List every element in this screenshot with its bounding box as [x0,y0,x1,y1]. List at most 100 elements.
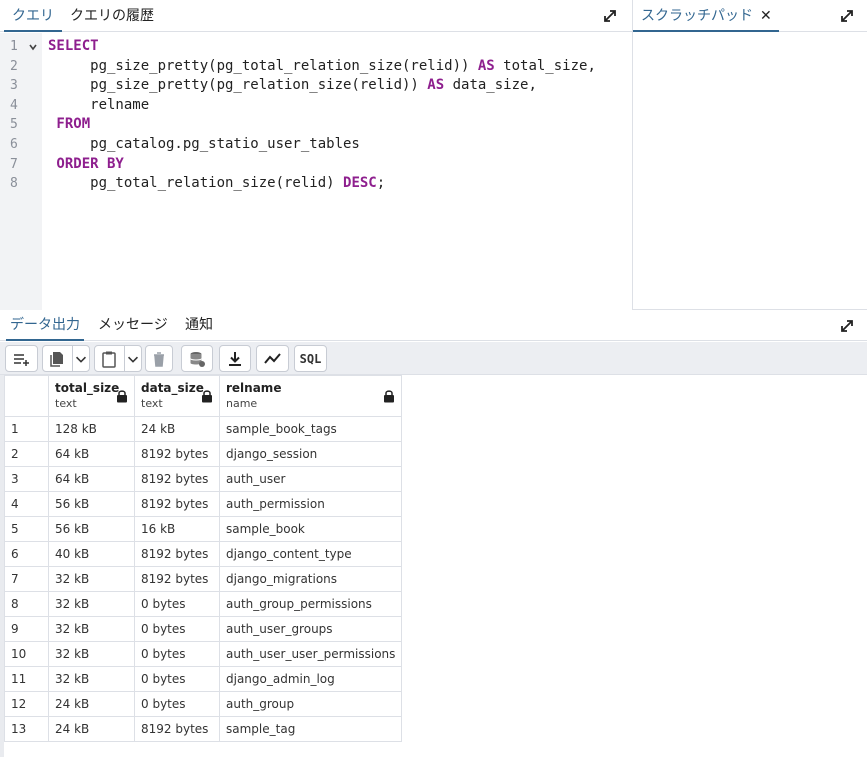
table-cell[interactable]: sample_book_tags [218,416,403,442]
table-row[interactable]: 11 32 kB 0 bytes django_admin_log [4,666,403,692]
table-cell[interactable]: auth_user_user_permissions [218,641,403,667]
tab-scratchpad[interactable]: スクラッチパッド [633,0,779,32]
table-cell[interactable]: 32 kB [48,666,135,692]
scratch-textarea[interactable] [633,33,867,310]
chevron-down-icon[interactable] [73,350,89,368]
download-button[interactable] [219,345,251,372]
row-number[interactable]: 7 [4,566,49,592]
row-number[interactable]: 8 [4,591,49,617]
row-number[interactable]: 6 [4,541,49,567]
code-line[interactable]: 5 FROM [0,115,632,135]
table-cell[interactable]: django_content_type [218,541,403,567]
table-cell[interactable]: 40 kB [48,541,135,567]
tab-data-output[interactable]: データ出力 [6,311,84,341]
row-number[interactable]: 2 [4,441,49,467]
table-cell[interactable]: 32 kB [48,616,135,642]
row-number[interactable]: 12 [4,691,49,717]
table-cell[interactable]: 0 bytes [134,691,220,717]
table-cell[interactable]: 24 kB [48,716,135,742]
table-row[interactable]: 3 64 kB 8192 bytes auth_user [4,466,403,492]
row-number[interactable]: 1 [4,416,49,442]
table-cell[interactable]: 56 kB [48,491,135,517]
table-cell[interactable]: 8192 bytes [134,441,220,467]
tab-notifications[interactable]: 通知 [181,311,217,341]
table-cell[interactable]: 0 bytes [134,591,220,617]
table-row[interactable]: 2 64 kB 8192 bytes django_session [4,441,403,467]
table-cell[interactable]: 8192 bytes [134,716,220,742]
table-cell[interactable]: 32 kB [48,566,135,592]
table-row[interactable]: 9 32 kB 0 bytes auth_user_groups [4,616,403,642]
table-cell[interactable]: django_session [218,441,403,467]
table-cell[interactable]: auth_group [218,691,403,717]
code-text: pg_size_pretty(pg_relation_size(relid)) … [48,76,537,96]
save-data-button[interactable] [181,345,213,372]
table-cell[interactable]: sample_book [218,516,403,542]
table-cell[interactable]: 64 kB [48,466,135,492]
table-cell[interactable]: 0 bytes [134,666,220,692]
table-cell[interactable]: 24 kB [48,691,135,717]
table-row[interactable]: 4 56 kB 8192 bytes auth_permission [4,491,403,517]
column-header[interactable]: total_size text [48,375,135,417]
row-number[interactable]: 11 [4,666,49,692]
table-cell[interactable]: 32 kB [48,591,135,617]
code-line[interactable]: 7 ORDER BY [0,155,632,175]
chevron-down-icon[interactable] [125,350,141,368]
add-row-button[interactable] [5,345,38,372]
table-row[interactable]: 5 56 kB 16 kB sample_book [4,516,403,542]
table-row[interactable]: 1 128 kB 24 kB sample_book_tags [4,416,403,442]
copy-button[interactable] [42,345,90,372]
row-number[interactable]: 10 [4,641,49,667]
expand-icon[interactable] [838,7,856,25]
expand-icon[interactable] [838,317,856,335]
code-line[interactable]: 2 pg_size_pretty(pg_total_relation_size(… [0,57,632,77]
code-line[interactable]: 6 pg_catalog.pg_statio_user_tables [0,135,632,155]
table-cell[interactable]: auth_user_groups [218,616,403,642]
table-row[interactable]: 8 32 kB 0 bytes auth_group_permissions [4,591,403,617]
table-cell[interactable]: 8192 bytes [134,541,220,567]
column-header[interactable]: data_size text [134,375,220,417]
table-cell[interactable]: 24 kB [134,416,220,442]
sql-editor[interactable]: 1 SELECT 2 pg_size_pretty(pg_total_relatio… [0,33,632,310]
table-cell[interactable]: 8192 bytes [134,491,220,517]
code-line[interactable]: 1 SELECT [0,37,632,57]
table-cell[interactable]: auth_user [218,466,403,492]
tab-query-history[interactable]: クエリの履歴 [62,0,162,32]
table-cell[interactable]: sample_tag [218,716,403,742]
table-cell[interactable]: 56 kB [48,516,135,542]
code-line[interactable]: 8 pg_total_relation_size(relid) DESC; [0,174,632,194]
table-cell[interactable]: auth_group_permissions [218,591,403,617]
sql-button[interactable]: SQL [294,345,327,372]
graph-visualiser-button[interactable] [256,345,289,372]
table-row[interactable]: 12 24 kB 0 bytes auth_group [4,691,403,717]
fold-chevron-icon[interactable] [28,37,38,57]
table-cell[interactable]: 8192 bytes [134,566,220,592]
row-number[interactable]: 9 [4,616,49,642]
tab-query[interactable]: クエリ [4,0,62,32]
table-row[interactable]: 7 32 kB 8192 bytes django_migrations [4,566,403,592]
tab-messages[interactable]: メッセージ [94,311,172,341]
table-cell[interactable]: 0 bytes [134,616,220,642]
row-number[interactable]: 4 [4,491,49,517]
table-cell[interactable]: django_migrations [218,566,403,592]
delete-button[interactable] [145,345,173,372]
table-cell[interactable]: 0 bytes [134,641,220,667]
row-number[interactable]: 5 [4,516,49,542]
table-cell[interactable]: 8192 bytes [134,466,220,492]
code-line[interactable]: 3 pg_size_pretty(pg_relation_size(relid)… [0,76,632,96]
table-row[interactable]: 13 24 kB 8192 bytes sample_tag [4,716,403,742]
row-number[interactable]: 13 [4,716,49,742]
table-cell[interactable]: auth_permission [218,491,403,517]
table-cell[interactable]: 64 kB [48,441,135,467]
table-cell[interactable]: django_admin_log [218,666,403,692]
close-icon[interactable]: ✕ [760,0,772,32]
table-cell[interactable]: 128 kB [48,416,135,442]
table-cell[interactable]: 16 kB [134,516,220,542]
code-line[interactable]: 4 relname [0,96,632,116]
row-number[interactable]: 3 [4,466,49,492]
expand-icon[interactable] [601,7,619,25]
paste-button[interactable] [94,345,142,372]
table-cell[interactable]: 32 kB [48,641,135,667]
table-row[interactable]: 10 32 kB 0 bytes auth_user_user_permissions [4,641,403,667]
table-row[interactable]: 6 40 kB 8192 bytes django_content_type [4,541,403,567]
column-header[interactable]: relname name [218,375,403,417]
